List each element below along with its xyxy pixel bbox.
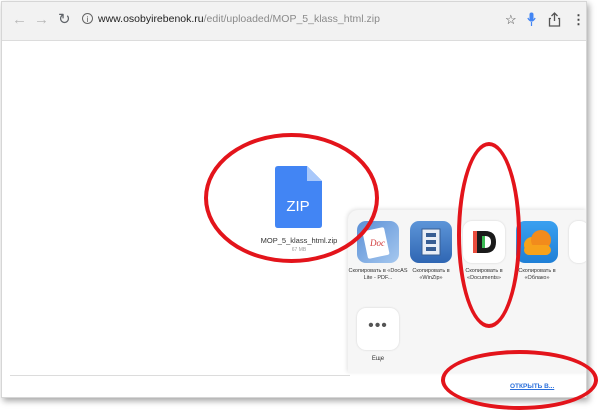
menu-dots-icon[interactable]: ⋮ bbox=[572, 12, 585, 28]
reload-icon[interactable]: ↻ bbox=[58, 11, 71, 29]
app-label-docas: Скопировать в «DocAS Lite - PDF... bbox=[348, 268, 408, 281]
bottom-divider bbox=[10, 375, 350, 376]
more-dots-icon: ••• bbox=[368, 317, 388, 334]
annotation-circle-documents bbox=[457, 142, 521, 328]
more-apps-button[interactable]: ••• bbox=[357, 308, 399, 350]
cloud-icon bbox=[524, 230, 551, 255]
annotation-circle-file bbox=[204, 133, 379, 263]
forward-arrow-icon[interactable]: → bbox=[34, 11, 49, 29]
cloud-app-button[interactable] bbox=[516, 221, 558, 263]
info-icon[interactable]: i bbox=[82, 13, 93, 24]
partial-app-button[interactable] bbox=[569, 221, 586, 263]
winzip-icon bbox=[421, 228, 441, 256]
more-apps-label: Еще bbox=[371, 356, 385, 362]
browser-toolbar: ← → ↻ i www.osobyirebenok.ru/edit/upload… bbox=[2, 2, 586, 41]
svg-text:Doc: Doc bbox=[369, 238, 385, 248]
star-icon[interactable]: ☆ bbox=[505, 12, 517, 28]
url-domain: www.osobyirebenok.ru bbox=[98, 13, 204, 25]
app-label-winzip: Скопировать в «WinZip» bbox=[412, 268, 450, 281]
microphone-icon[interactable] bbox=[527, 12, 536, 31]
url-path: /edit/uploaded/MOP_5_klass_html.zip bbox=[203, 13, 380, 25]
annotation-circle-open-in bbox=[441, 350, 598, 410]
winzip-app-button[interactable] bbox=[410, 221, 452, 263]
address-bar[interactable]: www.osobyirebenok.ru/edit/uploaded/MOP_5… bbox=[98, 13, 380, 25]
back-arrow-icon[interactable]: ← bbox=[12, 11, 27, 29]
share-icon[interactable] bbox=[548, 12, 561, 31]
